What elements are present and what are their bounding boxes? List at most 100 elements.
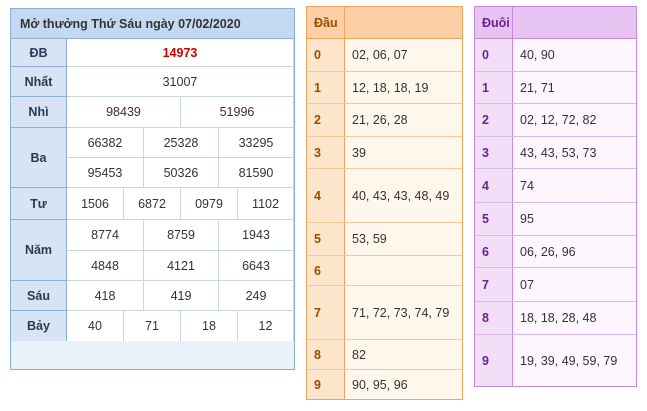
prize-ba-value: 95453: [67, 158, 144, 188]
prize-label-tu: Tư: [11, 188, 67, 220]
duoi-row-value: 21, 71: [513, 72, 636, 103]
dau-row: 9 90, 95, 96: [307, 370, 462, 399]
duoi-row: 4 74: [475, 169, 636, 203]
prize-bay-value: 40: [67, 311, 124, 341]
duoi-row: 8 18, 18, 28, 48: [475, 302, 636, 335]
duoi-header: Đuôi: [475, 7, 636, 39]
dau-row: 2 21, 26, 28: [307, 104, 462, 137]
dau-row-key: 7: [307, 286, 345, 339]
prize-label-bay: Bảy: [11, 311, 67, 341]
prize-bay-value: 18: [181, 311, 238, 341]
duoi-row: 7 07: [475, 268, 636, 302]
prize-label-ba: Ba: [11, 128, 67, 188]
prize-sau-value: 419: [144, 281, 219, 311]
dau-row-value: 40, 43, 43, 48, 49: [345, 169, 462, 222]
results-title: Mở thưởng Thứ Sáu ngày 07/02/2020: [11, 9, 294, 39]
dau-row-key: 9: [307, 370, 345, 399]
prize-sau-value: 418: [67, 281, 144, 311]
duoi-row-value: 74: [513, 169, 636, 202]
duoi-row: 6 06, 26, 96: [475, 236, 636, 268]
prize-label-db: ĐB: [11, 39, 67, 67]
prize-label-sau: Sáu: [11, 281, 67, 311]
dau-row-value: 71, 72, 73, 74, 79: [345, 286, 462, 339]
prize-ba-value: 81590: [219, 158, 294, 188]
dau-header: Đầu: [307, 7, 462, 39]
dau-row: 3 39: [307, 137, 462, 169]
prize-ba-value: 66382: [67, 128, 144, 158]
prize-ba-value: 25328: [144, 128, 219, 158]
dau-row-value: 82: [345, 340, 462, 369]
prize-db-value: 14973: [67, 39, 294, 67]
duoi-row-value: 18, 18, 28, 48: [513, 302, 636, 334]
dau-row: 1 12, 18, 18, 19: [307, 72, 462, 104]
prize-ba-value: 33295: [219, 128, 294, 158]
duoi-row-key: 1: [475, 72, 513, 103]
dau-row-value: 02, 06, 07: [345, 39, 462, 71]
prize-nhi-value: 98439: [67, 97, 181, 128]
dau-table: Đầu 0 02, 06, 07 1 12, 18, 18, 19 2 21, …: [306, 6, 463, 400]
duoi-row-key: 2: [475, 104, 513, 136]
prize-tu-value: 0979: [181, 188, 238, 220]
duoi-row: 0 40, 90: [475, 39, 636, 72]
dau-row-value: 90, 95, 96: [345, 370, 462, 399]
prize-label-nhat: Nhất: [11, 67, 67, 97]
prize-nam-value: 4848: [67, 251, 144, 281]
prize-sau-value: 249: [219, 281, 294, 311]
dau-row-value: 12, 18, 18, 19: [345, 72, 462, 103]
prize-label-nam: Năm: [11, 220, 67, 281]
dau-row-key: 6: [307, 256, 345, 285]
prize-tu-value: 1102: [238, 188, 294, 220]
dau-row: 5 53, 59: [307, 223, 462, 256]
results-table: Mở thưởng Thứ Sáu ngày 07/02/2020 ĐB 149…: [10, 8, 295, 370]
duoi-row: 1 21, 71: [475, 72, 636, 104]
duoi-row-key: 9: [475, 335, 513, 386]
prize-nam-value: 8774: [67, 220, 144, 251]
dau-row-key: 5: [307, 223, 345, 255]
dau-row: 0 02, 06, 07: [307, 39, 462, 72]
prize-nhi-value: 51996: [181, 97, 294, 128]
duoi-row-value: 40, 90: [513, 39, 636, 71]
duoi-row-value: 19, 39, 49, 59, 79: [513, 335, 636, 386]
dau-row-key: 4: [307, 169, 345, 222]
dau-row-value: 39: [345, 137, 462, 168]
dau-row-key: 0: [307, 39, 345, 71]
prize-tu-value: 1506: [67, 188, 124, 220]
duoi-row: 3 43, 43, 53, 73: [475, 137, 636, 169]
prize-nam-value: 6643: [219, 251, 294, 281]
prize-label-nhi: Nhì: [11, 97, 67, 128]
duoi-row-key: 4: [475, 169, 513, 202]
duoi-row-key: 7: [475, 268, 513, 301]
dau-row-key: 1: [307, 72, 345, 103]
dau-row-value: [345, 256, 462, 285]
dau-row: 6: [307, 256, 462, 286]
duoi-row-value: 95: [513, 203, 636, 235]
duoi-row-key: 3: [475, 137, 513, 168]
prize-tu-value: 6872: [124, 188, 181, 220]
duoi-row-value: 06, 26, 96: [513, 236, 636, 267]
duoi-row-key: 0: [475, 39, 513, 71]
duoi-row-value: 02, 12, 72, 82: [513, 104, 636, 136]
prize-nam-value: 4121: [144, 251, 219, 281]
dau-header-label: Đầu: [307, 7, 345, 38]
dau-row: 8 82: [307, 340, 462, 370]
prize-bay-value: 71: [124, 311, 181, 341]
prize-nam-value: 8759: [144, 220, 219, 251]
dau-row: 4 40, 43, 43, 48, 49: [307, 169, 462, 223]
dau-row-value: 21, 26, 28: [345, 104, 462, 136]
duoi-row: 5 95: [475, 203, 636, 236]
dau-row-key: 8: [307, 340, 345, 369]
dau-row: 7 71, 72, 73, 74, 79: [307, 286, 462, 340]
dau-row-value: 53, 59: [345, 223, 462, 255]
duoi-row: 2 02, 12, 72, 82: [475, 104, 636, 137]
prize-bay-value: 12: [238, 311, 294, 341]
duoi-row-value: 43, 43, 53, 73: [513, 137, 636, 168]
prize-nhat-value: 31007: [67, 67, 294, 97]
dau-row-key: 2: [307, 104, 345, 136]
prize-ba-value: 50326: [144, 158, 219, 188]
duoi-table: Đuôi 0 40, 90 1 21, 71 2 02, 12, 72, 82 …: [474, 6, 637, 387]
duoi-row-key: 8: [475, 302, 513, 334]
prize-nam-value: 1943: [219, 220, 294, 251]
duoi-header-label: Đuôi: [475, 7, 513, 38]
dau-row-key: 3: [307, 137, 345, 168]
duoi-row-value: 07: [513, 268, 636, 301]
